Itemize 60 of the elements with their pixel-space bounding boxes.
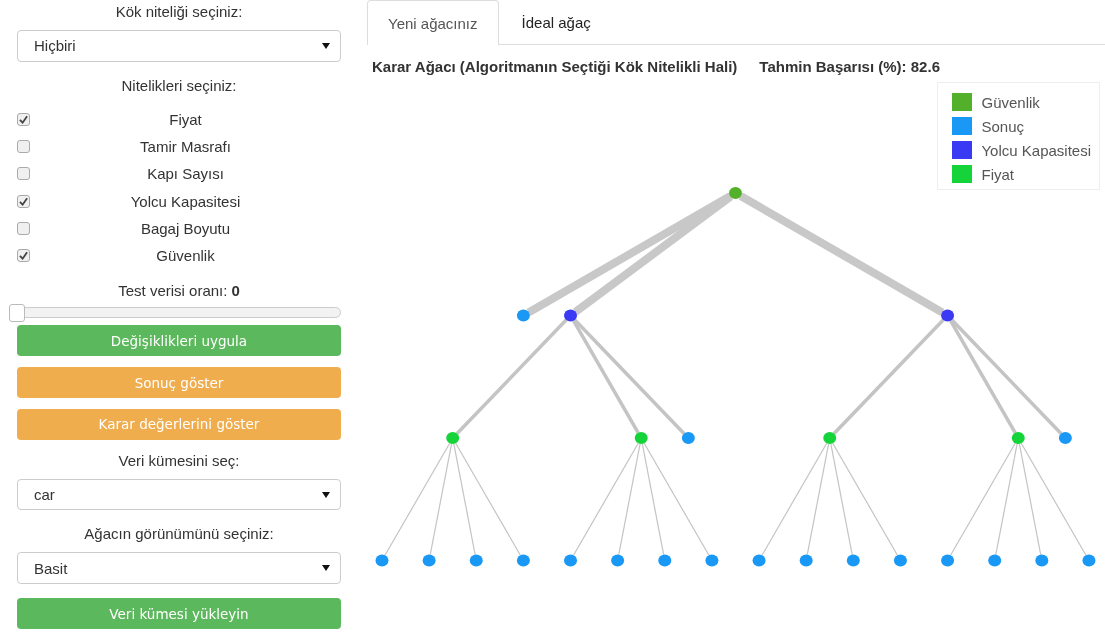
- caret-icon: [322, 565, 330, 572]
- field-label: Ağacın görünümünü seçiniz:: [83, 524, 275, 545]
- checkbox[interactable]: [17, 167, 30, 181]
- tree-node[interactable]: [564, 554, 577, 567]
- select-field[interactable]: Basit: [17, 552, 341, 585]
- tree-node[interactable]: [729, 187, 742, 199]
- checkbox[interactable]: [17, 112, 30, 126]
- checkbox[interactable]: [17, 222, 30, 236]
- tree-node[interactable]: [752, 554, 766, 567]
- tree-node[interactable]: [516, 554, 530, 567]
- caret-icon: [322, 42, 330, 49]
- tree-node[interactable]: [941, 309, 955, 322]
- field-label: Nitelikleri seçiniz:: [120, 75, 238, 96]
- legend-label: Fiyat: [981, 165, 1014, 183]
- tree-node[interactable]: [681, 432, 695, 444]
- tree-node[interactable]: [516, 309, 530, 322]
- select-field[interactable]: car: [17, 478, 341, 511]
- tree-node[interactable]: [846, 554, 860, 567]
- tree-node[interactable]: [469, 554, 483, 567]
- checkbox-label: Bagaj Boyutu: [139, 220, 232, 238]
- slider-track[interactable]: [9, 303, 341, 320]
- tree-node[interactable]: [893, 554, 907, 567]
- tab[interactable]: Yeni ağacınız: [367, 0, 499, 45]
- tree-node[interactable]: [634, 432, 648, 444]
- tree-node[interactable]: [611, 554, 625, 567]
- tree-node[interactable]: [941, 554, 955, 567]
- caret-icon: [322, 491, 330, 498]
- tree-node[interactable]: [658, 554, 672, 567]
- select-field[interactable]: Hiçbiri: [17, 30, 341, 62]
- tree-node[interactable]: [799, 554, 813, 567]
- tree-node[interactable]: [1035, 554, 1049, 567]
- tree-node[interactable]: [1082, 554, 1096, 567]
- legend-label: Sonuç: [981, 117, 1024, 135]
- tree-node[interactable]: [564, 309, 577, 322]
- field-label: Veri kümesini seç:: [117, 450, 241, 471]
- checkbox-label: Tamir Masrafı: [139, 138, 232, 156]
- slider-thumb[interactable]: [9, 303, 25, 322]
- slider-value: 0: [231, 281, 240, 299]
- chart-title: Karar Ağacı (Algoritmanın Seçtiği Kök Nitelikli Hali): [372, 58, 738, 76]
- legend-label: Güvenlik: [981, 93, 1040, 111]
- checkbox-label: Güvenlik: [155, 247, 216, 265]
- tree-node[interactable]: [988, 554, 1002, 567]
- tree-node[interactable]: [375, 554, 389, 567]
- checkbox-label: Fiyat: [168, 110, 203, 128]
- legend-label: Yolcu Kapasitesi: [981, 141, 1091, 159]
- tab[interactable]: İdeal ağaç: [500, 0, 612, 44]
- tree-node[interactable]: [705, 554, 719, 567]
- accuracy-text: Tahmin Başarısı (%): 82.6: [759, 58, 940, 76]
- tree-node[interactable]: [446, 432, 460, 444]
- tree-node[interactable]: [1011, 432, 1025, 444]
- tree-node[interactable]: [1058, 432, 1072, 444]
- tree-node[interactable]: [422, 554, 436, 567]
- field-label: Test verisi oranı:: [118, 281, 228, 299]
- checkbox-label: Yolcu Kapasitesi: [129, 192, 242, 210]
- checkbox-label: Kapı Sayısı: [146, 165, 225, 183]
- checkbox[interactable]: [17, 249, 30, 263]
- checkbox[interactable]: [17, 140, 30, 154]
- checkbox[interactable]: [17, 194, 30, 208]
- field-label: Kök niteliği seçiniz:: [114, 2, 244, 22]
- tree-node[interactable]: [823, 432, 837, 444]
